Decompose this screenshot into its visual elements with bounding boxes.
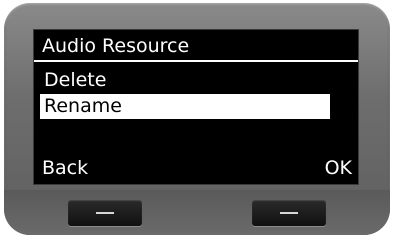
softkey-right-label: OK <box>324 157 352 179</box>
display-screen: Audio Resource Delete Rename Back OK <box>34 30 358 184</box>
dash-icon <box>96 212 114 214</box>
screen-title: Audio Resource <box>42 35 190 57</box>
title-divider <box>34 60 358 62</box>
dash-icon <box>280 212 298 214</box>
menu-item-rename[interactable]: Rename <box>40 94 330 119</box>
right-softkey-button[interactable] <box>252 200 326 226</box>
menu-item-delete[interactable]: Delete <box>40 68 330 93</box>
phone-body-lower <box>4 190 390 235</box>
left-softkey-button[interactable] <box>68 200 142 226</box>
softkey-left-label: Back <box>42 157 89 179</box>
